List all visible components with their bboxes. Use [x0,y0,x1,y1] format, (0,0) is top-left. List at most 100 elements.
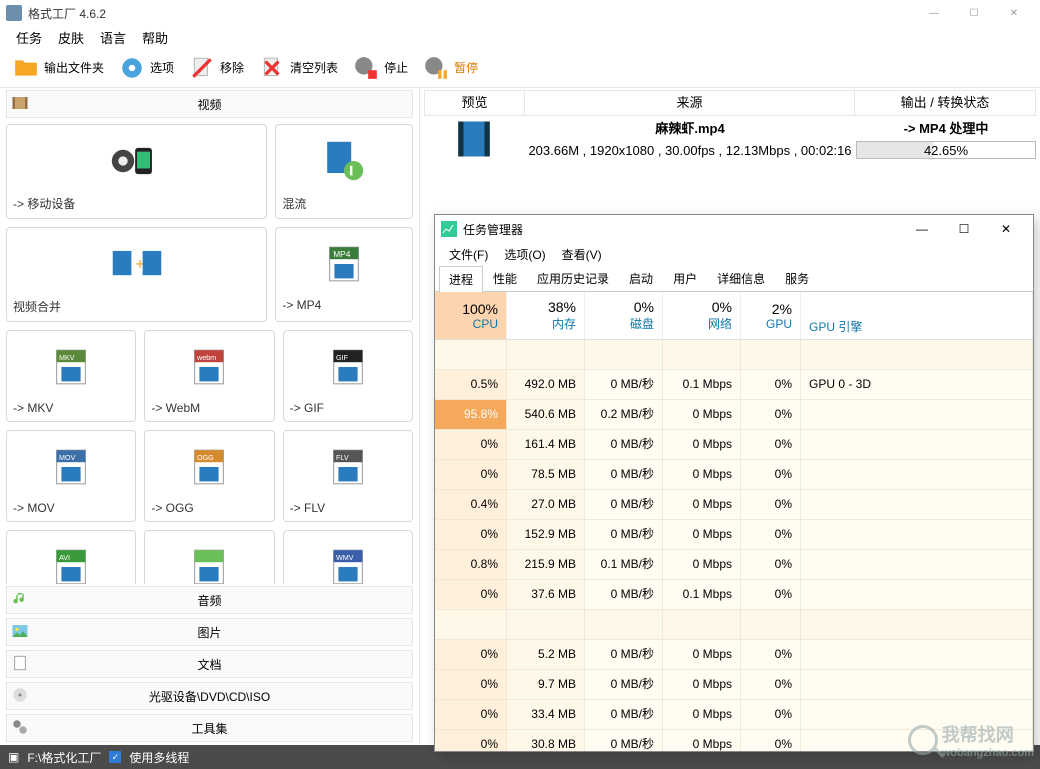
format-icon: MOV [13,437,129,497]
tm-tabs: 进程性能应用历史记录启动用户详细信息服务 [435,265,1033,292]
format-gif[interactable]: GIF-> GIF [283,330,413,422]
category-audio[interactable]: 音频 [6,586,413,614]
tm-tab-1[interactable]: 性能 [483,265,527,291]
tm-minimize-button[interactable]: — [901,215,943,243]
output-folder-button[interactable]: 输出文件夹 [8,52,108,84]
tm-table: 100%CPU38%内存0%磁盘0%网络2%GPUGPU 引擎 0.5%492.… [435,292,1033,751]
remove-icon [188,54,216,82]
task-row[interactable]: 麻辣虾.mp4 203.66M , 1920x1080 , 30.00fps ,… [424,118,1036,160]
format-label: -> MOV [13,497,129,515]
app-icon [6,5,22,21]
tm-tab-6[interactable]: 服务 [775,265,819,291]
tm-process-row[interactable]: 0.8%215.9 MB0.1 MB/秒0 Mbps0% [435,550,1033,580]
tm-tab-5[interactable]: 详细信息 [707,265,775,291]
menubar: 任务 皮肤 语言 帮助 [0,26,1040,48]
tm-menu-options[interactable]: 选项(O) [496,244,553,265]
close-button[interactable]: ✕ [994,0,1034,26]
tm-tab-0[interactable]: 进程 [439,266,483,292]
category-doc[interactable]: 文档 [6,650,413,678]
format-label: -> OGG [151,497,267,515]
format-icon: webm [151,337,267,397]
tm-process-row[interactable]: 0%78.5 MB0 MB/秒0 Mbps0% [435,460,1033,490]
tm-process-row[interactable]: 0%37.6 MB0 MB/秒0.1 Mbps0% [435,580,1033,610]
svg-text:WMV: WMV [336,553,354,562]
format-flv[interactable]: FLV-> FLV [283,430,413,522]
minimize-button[interactable]: — [914,0,954,26]
output-path[interactable]: F:\格式化工厂 [27,749,101,766]
tm-process-row[interactable] [435,610,1033,640]
tm-tab-3[interactable]: 启动 [619,265,663,291]
tm-process-row[interactable]: 0%5.2 MB0 MB/秒0 Mbps0% [435,640,1033,670]
format-icon [151,537,267,584]
tm-header-GPU[interactable]: 2%GPU [741,292,801,339]
menu-skin[interactable]: 皮肤 [50,26,92,49]
category-tools[interactable]: 工具集 [6,714,413,742]
clear-button[interactable]: 清空列表 [254,52,342,84]
format-mov[interactable]: MOV-> MOV [6,430,136,522]
format-wmv[interactable]: WMV-> WMV [283,530,413,584]
tm-header-CPU[interactable]: 100%CPU [435,292,507,339]
pause-button[interactable]: 暂停 [418,52,482,84]
tm-maximize-button[interactable]: ☐ [943,215,985,243]
col-source[interactable]: 来源 [525,91,855,115]
gear-icon [118,54,146,82]
category-video[interactable]: 视频 [6,90,413,118]
format-item11[interactable] [144,530,274,584]
format-item2[interactable]: +视频合并 [6,227,267,322]
tm-process-row[interactable]: 95.8%540.6 MB0.2 MB/秒0 Mbps0% [435,400,1033,430]
format-icon: AVI [13,537,129,584]
format-item1[interactable]: 混流 [275,124,413,219]
tm-process-row[interactable]: 0.4%27.0 MB0 MB/秒0 Mbps0% [435,490,1033,520]
tm-process-row[interactable]: 0.5%492.0 MB0 MB/秒0.1 Mbps0%GPU 0 - 3D [435,370,1033,400]
stop-button[interactable]: 停止 [348,52,412,84]
format-icon: WMV [290,537,406,584]
format-mp4[interactable]: MP4 -> MP4 [275,227,413,322]
svg-text:MKV: MKV [59,353,75,362]
format-label: 视频合并 [13,294,260,315]
remove-button[interactable]: 移除 [184,52,248,84]
format-item0[interactable]: -> 移动设备 [6,124,267,219]
tm-menu-file[interactable]: 文件(F) [441,244,496,265]
format-icon: MP4 [282,234,406,294]
tm-process-row[interactable]: 0%33.4 MB0 MB/秒0 Mbps0% [435,700,1033,730]
tm-tab-4[interactable]: 用户 [663,265,707,291]
disc-icon [11,686,31,706]
music-icon [11,590,31,610]
tm-header-row: 100%CPU38%内存0%磁盘0%网络2%GPUGPU 引擎 [435,292,1033,340]
category-disc[interactable]: 光驱设备\DVD\CD\ISO [6,682,413,710]
format-mkv[interactable]: MKV-> MKV [6,330,136,422]
format-label: -> MP4 [282,294,406,312]
format-webm[interactable]: webm-> WebM [144,330,274,422]
svg-text:MP4: MP4 [333,249,351,259]
menu-task[interactable]: 任务 [8,26,50,49]
tm-menu-view[interactable]: 查看(V) [554,244,610,265]
tm-process-row[interactable] [435,340,1033,370]
format-grid: -> 移动设备混流+视频合并 MP4 -> MP4 MKV-> MKVwebm-> W… [0,120,419,584]
image-icon [11,622,31,642]
tm-process-row[interactable]: 0%161.4 MB0 MB/秒0 Mbps0% [435,430,1033,460]
document-icon [11,654,31,674]
col-preview[interactable]: 预览 [425,91,525,115]
maximize-button[interactable]: ☐ [954,0,994,26]
tm-header-gpu-engine[interactable]: GPU 引擎 [801,292,1033,339]
tm-header-磁盘[interactable]: 0%磁盘 [585,292,663,339]
options-button[interactable]: 选项 [114,52,178,84]
stop-icon [352,54,380,82]
tm-process-row[interactable]: 0%30.8 MB0 MB/秒0 Mbps0% [435,730,1033,751]
format-avi[interactable]: AVI-> AVI [6,530,136,584]
tm-header-网络[interactable]: 0%网络 [663,292,741,339]
tm-process-row[interactable]: 0%152.9 MB0 MB/秒0 Mbps0% [435,520,1033,550]
tm-close-button[interactable]: ✕ [985,215,1027,243]
menu-lang[interactable]: 语言 [92,26,134,49]
task-list-header: 预览 来源 输出 / 转换状态 [424,90,1036,116]
tm-process-row[interactable]: 0%9.7 MB0 MB/秒0 Mbps0% [435,670,1033,700]
toolbar: 输出文件夹 选项 移除 清空列表 停止 暂停 [0,48,1040,88]
tm-tab-2[interactable]: 应用历史记录 [527,265,619,291]
col-status[interactable]: 输出 / 转换状态 [855,91,1035,115]
tm-header-内存[interactable]: 38%内存 [507,292,585,339]
multithread-checkbox[interactable]: ✓ [109,751,121,763]
menu-help[interactable]: 帮助 [134,26,176,49]
tm-titlebar[interactable]: 任务管理器 — ☐ ✕ [435,215,1033,243]
category-image[interactable]: 图片 [6,618,413,646]
format-ogg[interactable]: OGG-> OGG [144,430,274,522]
